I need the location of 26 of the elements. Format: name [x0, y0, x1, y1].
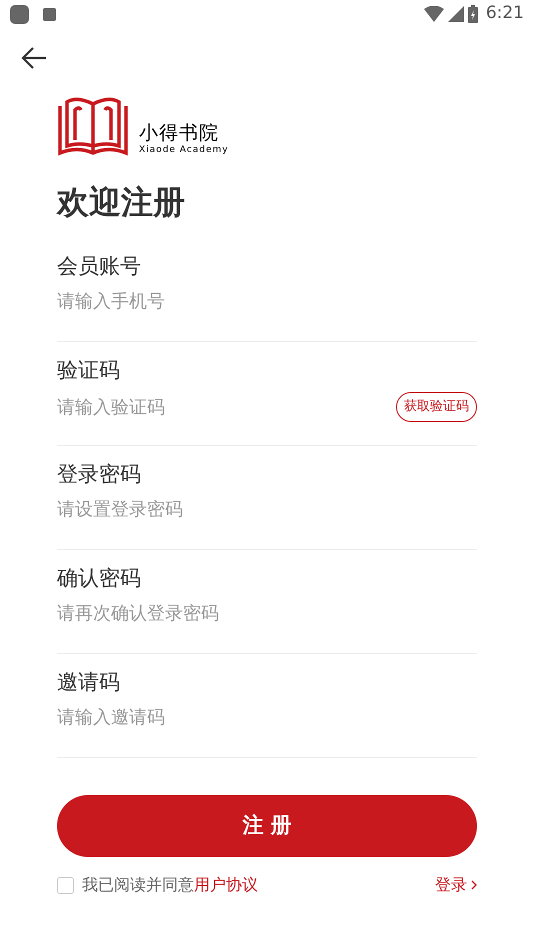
user-agreement-link[interactable]: 用户协议	[194, 875, 258, 894]
input-field[interactable]: 请再次确认登录密码	[57, 600, 477, 627]
field-label: 邀请码	[57, 669, 121, 696]
field-label: 登录密码	[57, 461, 142, 488]
signal-icon	[448, 6, 464, 22]
field-label: 验证码	[57, 357, 121, 384]
logo-name: 小得书院	[139, 122, 220, 144]
battery-icon	[468, 5, 478, 23]
logo-subtitle: Xiaode Academy	[139, 144, 229, 156]
status-time: 6:21	[486, 2, 524, 26]
field-label: 确认密码	[57, 565, 142, 592]
notification-icon	[10, 4, 29, 24]
input-field[interactable]: 请输入验证码	[57, 394, 396, 420]
input-field[interactable]: 请输入邀请码	[57, 704, 477, 731]
book-logo-icon	[57, 96, 129, 156]
chevron-right-icon	[471, 880, 477, 890]
agreement-text: 我已阅读并同意用户协议	[82, 874, 258, 896]
wifi-icon	[424, 6, 444, 22]
login-link[interactable]: 登录	[435, 873, 477, 897]
register-button[interactable]: 注 册	[57, 795, 477, 857]
input-field[interactable]: 请设置登录密码	[57, 496, 477, 523]
get-code-button[interactable]: 获取验证码	[396, 392, 477, 422]
page-title: 欢迎注册	[57, 182, 186, 223]
agree-checkbox[interactable]	[57, 876, 74, 894]
field-label: 会员账号	[57, 253, 142, 280]
input-field[interactable]: 请输入手机号	[57, 288, 477, 315]
